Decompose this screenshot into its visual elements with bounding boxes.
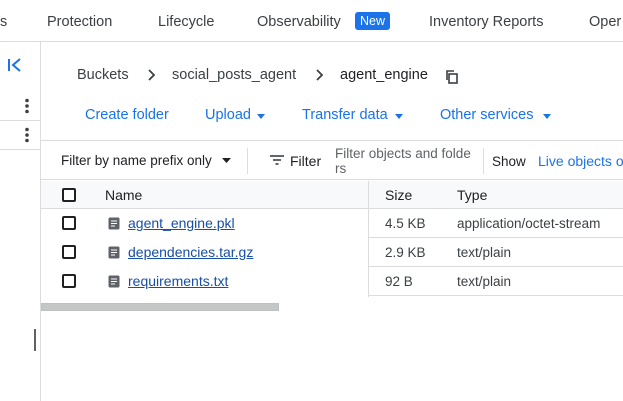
new-badge: New: [355, 12, 391, 30]
dropdown-caret-icon: [395, 114, 403, 119]
file-type: text/plain: [457, 274, 512, 289]
column-type[interactable]: Type: [457, 187, 487, 203]
table-row[interactable]: agent_engine.pkl 4.5 KB application/octe…: [41, 209, 623, 238]
live-objects-select[interactable]: Live objects o: [538, 153, 623, 169]
filter-list-icon[interactable]: [269, 154, 285, 166]
other-services-button[interactable]: Other services: [440, 107, 533, 123]
chevron-right-icon: [148, 69, 156, 81]
table-row[interactable]: dependencies.tar.gz 2.9 KB text/plain: [41, 238, 623, 267]
tab-inventory-reports[interactable]: Inventory Reports: [429, 14, 543, 30]
breadcrumb-buckets[interactable]: Buckets: [77, 67, 129, 83]
file-icon: [108, 275, 120, 288]
table-header: Name Size Type: [41, 181, 623, 209]
file-link[interactable]: requirements.txt: [128, 273, 228, 289]
file-link[interactable]: dependencies.tar.gz: [128, 244, 253, 260]
row-checkbox[interactable]: [62, 274, 76, 288]
left-rail: [0, 42, 41, 401]
horizontal-scrollbar[interactable]: [41, 303, 279, 311]
storage-tabs: s Protection Lifecycle Observability New…: [0, 0, 623, 42]
row-checkbox[interactable]: [62, 216, 76, 230]
breadcrumb-bucket[interactable]: social_posts_agent: [172, 67, 296, 83]
file-type: text/plain: [457, 245, 512, 260]
more-vert-icon[interactable]: [24, 127, 30, 143]
breadcrumb-current-folder: agent_engine: [340, 67, 428, 83]
divider: [247, 148, 248, 174]
rail-row: [0, 92, 40, 121]
create-folder-button[interactable]: Create folder: [85, 107, 169, 123]
tab-operations[interactable]: Oper: [589, 14, 621, 30]
more-vert-icon[interactable]: [24, 98, 30, 114]
divider: [483, 148, 484, 174]
select-all-checkbox[interactable]: [62, 188, 76, 202]
chevron-right-icon: [316, 69, 324, 81]
table-row[interactable]: requirements.txt 92 B text/plain: [41, 267, 623, 296]
file-link[interactable]: agent_engine.pkl: [128, 215, 235, 231]
filter-input[interactable]: Filter objects and folders: [335, 146, 475, 176]
file-size: 92 B: [385, 274, 413, 289]
upload-button[interactable]: Upload: [205, 107, 251, 123]
dropdown-caret-icon: [222, 158, 231, 163]
tab-lifecycle[interactable]: Lifecycle: [158, 14, 214, 30]
resize-handle[interactable]: [34, 329, 36, 351]
tab-partial[interactable]: s: [0, 14, 7, 30]
rail-row: [0, 121, 40, 150]
collapse-panel-icon[interactable]: [6, 56, 24, 74]
file-icon: [108, 246, 120, 259]
file-type: application/octet-stream: [457, 216, 601, 231]
filter-label: Filter: [290, 153, 322, 169]
file-icon: [108, 217, 120, 230]
dropdown-caret-icon: [543, 114, 551, 119]
column-name[interactable]: Name: [105, 187, 142, 203]
dropdown-caret-icon: [257, 114, 265, 119]
row-checkbox[interactable]: [62, 245, 76, 259]
file-size: 4.5 KB: [385, 216, 426, 231]
copy-path-icon[interactable]: [444, 69, 460, 85]
column-size[interactable]: Size: [385, 187, 412, 203]
file-size: 2.9 KB: [385, 245, 426, 260]
filter-bar: Filter by name prefix only Filter Filter…: [41, 140, 623, 180]
show-label: Show: [492, 154, 526, 169]
transfer-data-button[interactable]: Transfer data: [302, 107, 388, 123]
tab-protection[interactable]: Protection: [47, 14, 112, 30]
tab-observability[interactable]: Observability: [257, 14, 341, 30]
filter-mode-select[interactable]: Filter by name prefix only: [61, 153, 212, 168]
